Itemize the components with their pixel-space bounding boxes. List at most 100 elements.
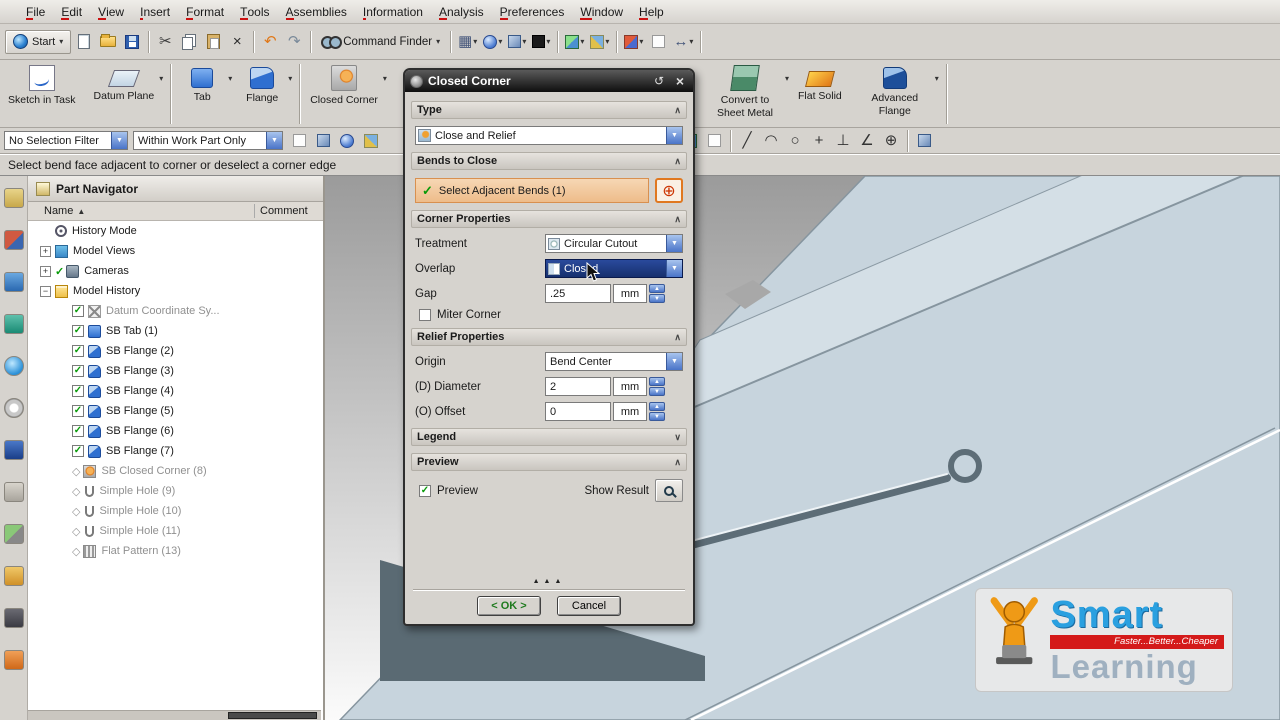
rendering-style-icon[interactable]: ▾ [563, 30, 586, 54]
roles-icon[interactable] [3, 566, 24, 586]
gap-input[interactable]: .25 [545, 284, 611, 303]
scrollbar-thumb[interactable] [228, 712, 317, 719]
dropdown-arrow-icon[interactable]: ▼ [666, 235, 682, 252]
process-studio-icon[interactable] [3, 482, 24, 502]
tree-row[interactable]: ✓ SB Flange (7) [28, 441, 323, 461]
ok-button[interactable]: < OK > [477, 596, 541, 616]
history-icon[interactable] [3, 440, 24, 460]
tree-row[interactable]: ✓ SB Flange (4) [28, 381, 323, 401]
ribbon-closed-corner-button[interactable]: Closed Corner ▾ [306, 62, 388, 126]
chevron-down-icon[interactable]: ▾ [228, 74, 232, 83]
diameter-unit[interactable]: mm [613, 377, 647, 396]
menu-preferences[interactable]: Preferences [492, 0, 573, 24]
dialog-title-bar[interactable]: Closed Corner ↺ × [405, 70, 693, 92]
touch-mode-icon[interactable] [3, 650, 24, 670]
expand-toggle[interactable]: + [40, 265, 51, 277]
perpendicular-icon[interactable]: ⊥ [832, 129, 854, 153]
feature-checkbox[interactable]: ✓ [72, 365, 84, 377]
chevron-down-icon[interactable]: ▾ [383, 74, 387, 83]
section-view-icon[interactable]: ▾ [622, 30, 645, 54]
menu-view[interactable]: View [90, 0, 132, 24]
spin-down-icon[interactable]: ▼ [649, 387, 665, 396]
general-selection-icon[interactable] [288, 129, 310, 153]
type-dropdown[interactable]: Close and Relief ▼ [415, 126, 683, 145]
menu-file[interactable]: File [18, 0, 53, 24]
assembly-navigator-icon[interactable] [3, 188, 24, 208]
copy-icon[interactable] [178, 30, 200, 54]
tree-row[interactable]: ✓ SB Flange (6) [28, 421, 323, 441]
section-relief-properties[interactable]: Relief Properties ∧ [411, 328, 687, 346]
open-file-icon[interactable] [97, 30, 119, 54]
feature-checkbox[interactable]: ✓ [72, 325, 84, 337]
menu-format[interactable]: Format [178, 0, 232, 24]
tree-row[interactable]: ✓ SB Flange (3) [28, 361, 323, 381]
menu-insert[interactable]: Insert [132, 0, 178, 24]
dropdown-arrow-icon[interactable]: ▼ [666, 260, 682, 277]
datum-display-icon[interactable] [703, 129, 725, 153]
part-navigator-icon[interactable] [3, 272, 24, 292]
miter-corner-checkbox[interactable] [419, 309, 431, 321]
section-corner-properties[interactable]: Corner Properties ∧ [411, 210, 687, 228]
undo-icon[interactable]: ↶ [259, 30, 281, 54]
selection-scope-combo[interactable]: Within Work Part Only ▼ [133, 131, 283, 150]
show-hide-icon[interactable] [647, 30, 669, 54]
tree-row[interactable]: + Model Views [28, 241, 323, 261]
ribbon-flat-solid-button[interactable]: Flat Solid [794, 62, 852, 126]
background-color-icon[interactable]: ▾ [530, 30, 552, 54]
tree-row[interactable]: ✓ SB Flange (2) [28, 341, 323, 361]
select-adjacent-bends[interactable]: ✓ Select Adjacent Bends (1) [415, 178, 649, 203]
spin-up-icon[interactable]: ▲ [649, 377, 665, 386]
section-bends-to-close[interactable]: Bends to Close ∧ [411, 152, 687, 170]
diameter-input[interactable]: 2 [545, 377, 611, 396]
tree-row[interactable]: ✓ SB Tab (1) [28, 321, 323, 341]
start-button[interactable]: Start ▾ [5, 29, 72, 54]
menu-edit[interactable]: Edit [53, 0, 90, 24]
menu-analysis[interactable]: Analysis [431, 0, 492, 24]
collapse-toggle[interactable]: − [40, 285, 51, 297]
cancel-button[interactable]: Cancel [557, 596, 621, 616]
spin-up-icon[interactable]: ▲ [649, 402, 665, 411]
redo-icon[interactable]: ↷ [283, 30, 305, 54]
chevron-down-icon[interactable]: ▾ [935, 74, 939, 83]
column-divider[interactable] [254, 204, 255, 218]
dropdown-arrow-icon[interactable]: ▼ [111, 132, 127, 149]
expand-toggle[interactable]: + [40, 245, 51, 257]
ribbon-sketch-in-task-button[interactable]: Sketch in Task [4, 62, 86, 126]
manufacturing-wizards-icon[interactable] [3, 524, 24, 544]
menu-assemblies[interactable]: Assemblies [278, 0, 355, 24]
spin-down-icon[interactable]: ▼ [649, 294, 665, 303]
delete-icon[interactable]: × [226, 30, 248, 54]
paste-icon[interactable] [202, 30, 224, 54]
reuse-library-icon[interactable] [3, 314, 24, 334]
menu-window[interactable]: Window [572, 0, 631, 24]
feature-checkbox[interactable]: ✓ [72, 385, 84, 397]
feature-checkbox[interactable]: ✓ [72, 425, 84, 437]
feature-checkbox[interactable]: ✓ [72, 305, 84, 317]
command-finder-button[interactable]: Command Finder ▾ [316, 30, 445, 54]
dropdown-arrow-icon[interactable]: ▼ [266, 132, 282, 149]
hd3d-tools-icon[interactable] [3, 356, 24, 376]
gap-spinner[interactable]: ▲ ▼ [649, 284, 665, 303]
tree-row[interactable]: ◇ Simple Hole (10) [28, 501, 323, 521]
web-browser-icon[interactable] [3, 398, 24, 418]
treatment-dropdown[interactable]: Circular Cutout ▼ [545, 234, 683, 253]
offset-input[interactable]: 0 [545, 402, 611, 421]
sketch-point-icon[interactable]: + [808, 129, 830, 153]
name-column-header[interactable]: Name ▲ [28, 205, 85, 217]
gap-unit[interactable]: mm [613, 284, 647, 303]
view-orientation-icon[interactable]: ▾ [588, 30, 611, 54]
chevron-down-icon[interactable]: ▾ [288, 74, 292, 83]
section-preview[interactable]: Preview ∧ [411, 453, 687, 471]
tree-row[interactable]: ✓ SB Flange (5) [28, 401, 323, 421]
selection-preview-icon[interactable] [360, 129, 382, 153]
horizontal-scrollbar[interactable] [28, 710, 321, 720]
menu-tools[interactable]: Tools [232, 0, 277, 24]
spin-up-icon[interactable]: ▲ [649, 284, 665, 293]
ribbon-advanced-flange-button[interactable]: Advanced Flange ▾ [856, 62, 940, 126]
preview-checkbox[interactable]: ✓ [419, 484, 431, 497]
feature-checkbox[interactable]: ✓ [72, 445, 84, 457]
chevron-down-icon[interactable]: ▾ [159, 74, 163, 83]
cut-icon[interactable]: ✂ [154, 30, 176, 54]
tree-row[interactable]: ◇ Flat Pattern (13) [28, 541, 323, 561]
diameter-spinner[interactable]: ▲ ▼ [649, 377, 665, 396]
